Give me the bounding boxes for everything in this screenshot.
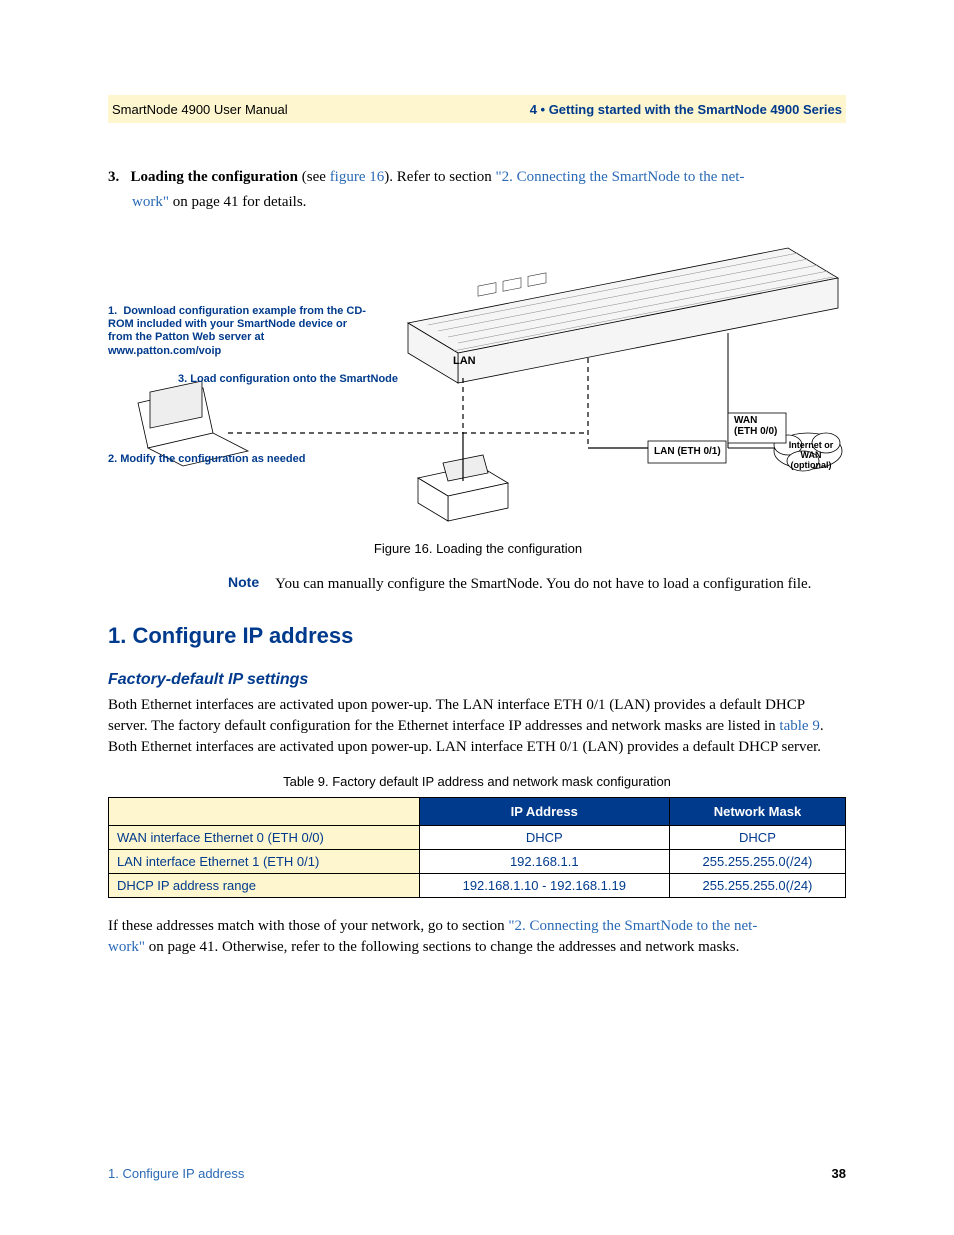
step-number: 3. — [108, 169, 119, 185]
page: SmartNode 4900 User Manual 4 • Getting s… — [0, 0, 954, 1235]
ip-config-table: IP Address Network Mask WAN interface Et… — [108, 797, 846, 898]
section-2-link-part1[interactable]: "2. Connecting the SmartNode to the net- — [495, 169, 744, 185]
paragraph-factory-default: Both Ethernet interfaces are activated u… — [108, 695, 846, 758]
table-cell-mask: DHCP — [669, 826, 845, 850]
figure-label-wan: WAN (ETH 0/0) — [734, 415, 777, 437]
table-row-label: WAN interface Ethernet 0 (ETH 0/0) — [109, 826, 420, 850]
section-2-link-b-part2[interactable]: work" — [108, 939, 145, 955]
paragraph-addresses-match: If these addresses match with those of y… — [108, 916, 846, 958]
step-3-cont: work" on page 41 for details. — [108, 192, 846, 213]
table-cell-ip: DHCP — [419, 826, 669, 850]
figure-16-caption: Figure 16. Loading the configuration — [108, 541, 848, 556]
running-header: SmartNode 4900 User Manual 4 • Getting s… — [108, 95, 846, 123]
figure-16-illustration: 1. Download configuration example from t… — [108, 233, 848, 533]
footer-section-link[interactable]: 1. Configure IP address — [108, 1166, 244, 1181]
note-block: Note You can manually configure the Smar… — [108, 574, 846, 595]
page-number: 38 — [832, 1166, 846, 1181]
table-cell-mask: 255.255.255.0(/24) — [669, 850, 845, 874]
table-cell-ip: 192.168.1.10 - 192.168.1.19 — [419, 874, 669, 898]
figure-16: 1. Download configuration example from t… — [108, 233, 848, 556]
table-header-mask: Network Mask — [669, 798, 845, 826]
figure-label-lan-eth: LAN (ETH 0/1) — [654, 446, 721, 458]
subsection-heading-factory-default: Factory-default IP settings — [108, 671, 846, 689]
note-label: Note — [228, 574, 259, 595]
step-text-1: (see — [298, 169, 330, 185]
figure-label-lan: LAN — [453, 355, 476, 368]
section-heading-configure-ip: 1. Configure IP address — [108, 623, 846, 649]
table-header-ip: IP Address — [419, 798, 669, 826]
step-3-line: 3. Loading the configuration (see figure… — [108, 167, 846, 188]
page-footer: 1. Configure IP address 38 — [108, 1166, 846, 1181]
table-cell-ip: 192.168.1.1 — [419, 850, 669, 874]
table-cell-mask: 255.255.255.0(/24) — [669, 874, 845, 898]
table-corner-cell — [109, 798, 420, 826]
section-2-link-b-part1[interactable]: "2. Connecting the SmartNode to the net- — [508, 918, 757, 934]
step-title: Loading the configuration — [131, 169, 299, 185]
figure-label-load: 3. Load configuration onto the SmartNode — [178, 373, 398, 386]
section-2-link-part2[interactable]: work" — [132, 194, 169, 210]
table-9-caption: Table 9. Factory default IP address and … — [108, 774, 846, 789]
table-9-link[interactable]: table 9 — [779, 718, 819, 734]
step-text-2: ). Refer to section — [384, 169, 495, 185]
figure-label-modify: 2. Modify the configuration as needed — [108, 453, 305, 466]
note-text: You can manually configure the SmartNode… — [275, 574, 811, 595]
figure-16-link[interactable]: figure 16 — [330, 169, 385, 185]
figure-label-download: 1. Download configuration example from t… — [108, 305, 368, 358]
table-row: WAN interface Ethernet 0 (ETH 0/0) DHCP … — [109, 826, 846, 850]
header-chapter-title: 4 • Getting started with the SmartNode 4… — [530, 102, 842, 117]
table-row: LAN interface Ethernet 1 (ETH 0/1) 192.1… — [109, 850, 846, 874]
table-row-label: DHCP IP address range — [109, 874, 420, 898]
table-row-label: LAN interface Ethernet 1 (ETH 0/1) — [109, 850, 420, 874]
header-manual-title: SmartNode 4900 User Manual — [112, 102, 288, 117]
table-row: DHCP IP address range 192.168.1.10 - 192… — [109, 874, 846, 898]
step-cont-tail: on page 41 for details. — [169, 194, 306, 210]
figure-label-internet: Internet or WAN (optional) — [780, 441, 842, 471]
